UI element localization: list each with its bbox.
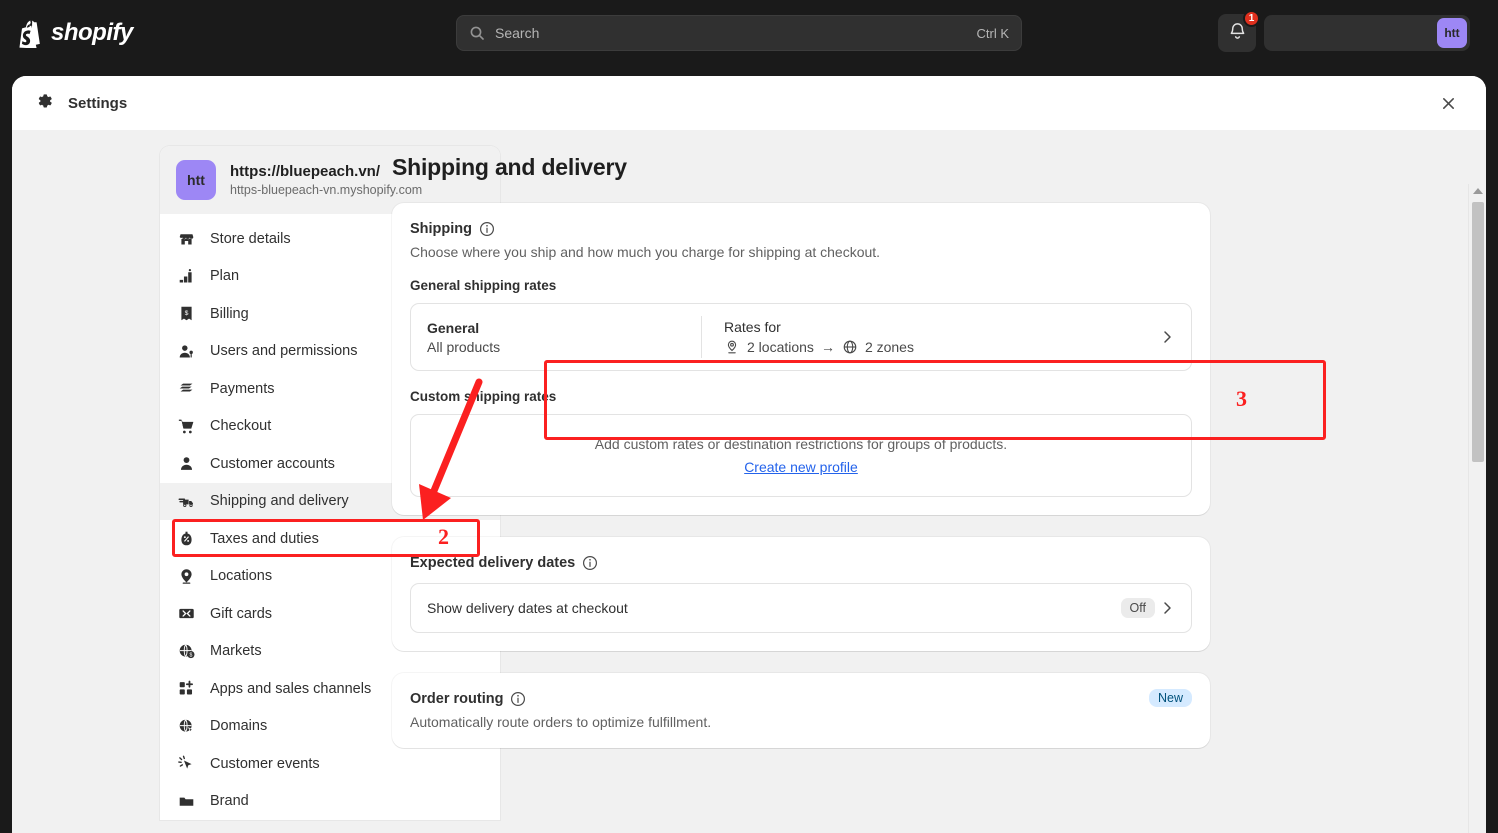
- shipping-section-title: Shipping: [410, 221, 472, 237]
- domains-globe-icon: [176, 716, 196, 736]
- expected-delivery-title: Expected delivery dates: [410, 555, 575, 571]
- globe-icon: [842, 339, 858, 355]
- cart-icon: [176, 416, 196, 436]
- sidebar-item-label: Checkout: [210, 418, 271, 434]
- custom-rates-heading: Custom shipping rates: [410, 389, 1192, 404]
- chevron-right-icon[interactable]: [1159, 600, 1175, 616]
- sidebar-item-label: Gift cards: [210, 606, 272, 622]
- annotation-number-step-2: 2: [438, 524, 449, 550]
- svg-text:$: $: [189, 652, 192, 658]
- search-icon: [469, 25, 485, 41]
- order-routing-title: Order routing: [410, 691, 503, 707]
- location-pin-icon: [724, 339, 740, 355]
- sidebar-item-label: Users and permissions: [210, 343, 357, 359]
- settings-main-content: Shipping and delivery Shipping Choose wh…: [360, 130, 1486, 833]
- general-shipping-profile-row[interactable]: General All products Rates for 2 locatio…: [410, 303, 1192, 371]
- bell-icon: [1228, 21, 1247, 45]
- shopify-bag-logo-icon: [18, 18, 44, 48]
- sidebar-item-label: Plan: [210, 268, 239, 284]
- new-badge: New: [1149, 689, 1192, 707]
- store-icon: [176, 229, 196, 249]
- profile-name: General: [427, 320, 701, 336]
- custom-rates-empty-text: Add custom rates or destination restrict…: [427, 436, 1175, 452]
- markets-globe-icon: $: [176, 641, 196, 661]
- rates-for-label: Rates for: [724, 319, 914, 335]
- show-delivery-dates-label: Show delivery dates at checkout: [427, 600, 1121, 616]
- info-icon[interactable]: [510, 691, 526, 707]
- annotation-number-step-3: 3: [1236, 386, 1247, 412]
- settings-sidebar: htt https://bluepeach.vn/ https-bluepeac…: [12, 130, 360, 833]
- sidebar-item-label: Payments: [210, 381, 274, 397]
- top-bar: shopify Search Ctrl K 1 htt: [0, 0, 1498, 66]
- shipping-card: Shipping Choose where you ship and how m…: [392, 203, 1210, 515]
- global-search-input[interactable]: Search Ctrl K: [456, 15, 1022, 51]
- custom-rates-empty-state: Add custom rates or destination restrict…: [410, 414, 1192, 497]
- scroll-up-arrow-icon[interactable]: [1473, 188, 1483, 194]
- create-new-profile-link[interactable]: Create new profile: [427, 459, 1175, 475]
- info-icon[interactable]: [479, 221, 495, 237]
- settings-body: htt https://bluepeach.vn/ https-bluepeac…: [12, 130, 1486, 833]
- notification-count-badge: 1: [1243, 10, 1260, 27]
- location-pin-icon: [176, 566, 196, 586]
- order-routing-description: Automatically route orders to optimize f…: [410, 714, 1192, 730]
- taxes-icon: [176, 529, 196, 549]
- sidebar-item-label: Markets: [210, 643, 262, 659]
- plan-chart-icon: [176, 266, 196, 286]
- main-page-title: Shipping and delivery: [392, 154, 1486, 181]
- settings-modal: Settings htt https://bluepeach.vn/ https…: [12, 76, 1486, 833]
- apps-grid-icon: [176, 679, 196, 699]
- sidebar-item-label: Domains: [210, 718, 267, 734]
- payments-card-icon: [176, 379, 196, 399]
- sidebar-item-label: Apps and sales channels: [210, 681, 371, 697]
- shopify-admin-screen: shopify Search Ctrl K 1 htt: [0, 0, 1498, 833]
- sidebar-item-label: Shipping and delivery: [210, 493, 349, 509]
- general-rates-heading: General shipping rates: [410, 278, 1192, 293]
- svg-text:$: $: [184, 310, 188, 317]
- store-switcher-button[interactable]: htt: [1264, 15, 1470, 51]
- avatar: htt: [1437, 18, 1467, 48]
- shopify-logo[interactable]: shopify: [18, 18, 133, 48]
- person-icon: [176, 454, 196, 474]
- scrollbar-thumb[interactable]: [1472, 202, 1484, 462]
- status-badge: Off: [1121, 598, 1155, 618]
- gift-card-icon: [176, 604, 196, 624]
- users-icon: [176, 341, 196, 361]
- delivery-truck-icon: [176, 491, 196, 511]
- shipping-description: Choose where you ship and how much you c…: [410, 244, 1192, 260]
- search-shortcut: Ctrl K: [977, 26, 1010, 41]
- sidebar-item-label: Taxes and duties: [210, 531, 319, 547]
- sidebar-item-label: Brand: [210, 793, 249, 809]
- chevron-right-icon[interactable]: [1159, 329, 1175, 345]
- billing-receipt-icon: $: [176, 304, 196, 324]
- sidebar-item-label: Store details: [210, 231, 291, 247]
- gear-icon: [34, 91, 54, 116]
- show-delivery-dates-row[interactable]: Show delivery dates at checkout Off: [410, 583, 1192, 633]
- order-routing-card: Order routing Automatically route orders…: [392, 673, 1210, 748]
- arrow-right-glyph: →: [821, 339, 835, 355]
- notifications-button[interactable]: 1: [1218, 14, 1256, 52]
- sidebar-item-label: Customer accounts: [210, 456, 335, 472]
- locations-count: 2 locations: [747, 339, 814, 355]
- profile-scope: All products: [427, 339, 701, 355]
- expected-delivery-dates-card: Expected delivery dates Show delivery da…: [392, 537, 1210, 651]
- page-title: Settings: [68, 95, 127, 112]
- sidebar-item-label: Locations: [210, 568, 272, 584]
- avatar: htt: [176, 160, 216, 200]
- info-icon[interactable]: [582, 555, 598, 571]
- customer-events-icon: [176, 754, 196, 774]
- vertical-scrollbar[interactable]: [1468, 184, 1486, 833]
- zones-count: 2 zones: [865, 339, 914, 355]
- brand-icon: [176, 791, 196, 811]
- close-button[interactable]: [1434, 89, 1462, 117]
- sidebar-item-label: Billing: [210, 306, 249, 322]
- sidebar-item-label: Customer events: [210, 756, 320, 772]
- settings-modal-header: Settings: [12, 76, 1486, 130]
- search-placeholder: Search: [495, 25, 977, 41]
- brand-wordmark: shopify: [51, 19, 133, 47]
